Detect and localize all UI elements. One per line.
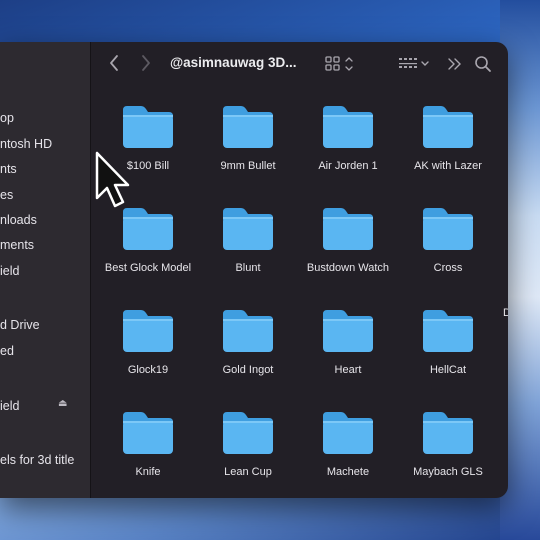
grid-view-icon[interactable] [325, 56, 355, 76]
folder-item[interactable]: HellCat [398, 308, 498, 376]
folder-item[interactable]: Gold Ingot [198, 308, 298, 376]
folder-icon [221, 308, 275, 354]
folder-label: Blunt [235, 262, 261, 274]
sidebar-item-icloud-drive[interactable]: d Drive [0, 315, 40, 335]
mouse-pointer-icon [95, 151, 130, 208]
sidebar-item-shield-volume[interactable]: ield [0, 396, 19, 416]
folder-label: 9mm Bullet [220, 160, 276, 172]
folder-label: HellCat [429, 364, 467, 376]
folder-icon [321, 308, 375, 354]
folder-icon [421, 206, 475, 252]
folder-item[interactable]: Knife [98, 410, 198, 478]
sidebar-item-documents[interactable]: nts [0, 159, 17, 179]
double-chevron-icon[interactable] [447, 56, 463, 76]
folder-label: Gold Ingot [222, 364, 274, 376]
sidebar-item-desktop[interactable]: op [0, 108, 14, 128]
folder-label: Glock19 [127, 364, 169, 376]
partial-folder-label: D [503, 307, 508, 319]
folder-label: Bustdown Watch [306, 262, 390, 274]
folder-icon [421, 104, 475, 150]
folder-icon [221, 104, 275, 150]
finder-window: op ntosh HD nts es nloads ments ield d D… [0, 42, 508, 498]
toolbar: @asimnauwag 3D... [90, 42, 508, 86]
group-by-icon[interactable] [398, 56, 432, 76]
folder-icon [421, 410, 475, 456]
chevron-right-icon[interactable] [140, 54, 152, 74]
folder-label: Lean Cup [224, 466, 272, 478]
folder-item[interactable]: 9mm Bullet [198, 104, 298, 172]
chevron-left-icon[interactable] [108, 54, 120, 74]
folder-icon [221, 206, 275, 252]
search-icon[interactable] [474, 55, 492, 75]
folder-item[interactable]: Heart [298, 308, 398, 376]
folder-item[interactable]: Blunt [198, 206, 298, 274]
folder-icon [121, 104, 175, 150]
sidebar-item-shared[interactable]: ed [0, 341, 14, 361]
folder-label: AK with Lazer [414, 160, 482, 172]
folder-icon [221, 410, 275, 456]
sidebar-item-models-folder[interactable]: els for 3d title [0, 450, 74, 470]
folder-icon [321, 410, 375, 456]
folder-item[interactable]: Best Glock Model [98, 206, 198, 274]
sidebar: op ntosh HD nts es nloads ments ield d D… [0, 42, 91, 498]
folder-item[interactable]: Air Jorden 1 [298, 104, 398, 172]
folder-icon [421, 308, 475, 354]
sidebar-item-documents-2[interactable]: ments [0, 235, 34, 255]
folder-icon [321, 206, 375, 252]
folder-item[interactable]: Lean Cup [198, 410, 298, 478]
folder-item[interactable]: Glock19 [98, 308, 198, 376]
sidebar-item-downloads[interactable]: nloads [0, 210, 37, 230]
folder-icon [121, 206, 175, 252]
eject-icon[interactable]: ⏏ [58, 398, 67, 409]
folder-label: Machete [326, 466, 370, 478]
folder-label: Maybach GLS [413, 466, 483, 478]
folder-item[interactable]: Machete [298, 410, 398, 478]
folder-icon [321, 104, 375, 150]
sidebar-item-shield[interactable]: ield [0, 261, 19, 281]
folder-item[interactable]: AK with Lazer [398, 104, 498, 172]
folder-item[interactable]: Cross [398, 206, 498, 274]
folder-label: Cross [433, 262, 463, 274]
folder-label: Best Glock Model [104, 262, 192, 274]
folder-label: Knife [135, 466, 161, 478]
folder-label: Air Jorden 1 [318, 160, 378, 172]
sidebar-item-macintosh-hd[interactable]: ntosh HD [0, 134, 52, 154]
sidebar-item-files[interactable]: es [0, 185, 13, 205]
window-title: @asimnauwag 3D... [170, 55, 297, 70]
folder-icon [121, 410, 175, 456]
folder-label: Heart [334, 364, 362, 376]
folder-grid: $100 Bill 9mm Bullet Air Jorden 1 AK with L… [90, 104, 508, 498]
folder-item[interactable]: Bustdown Watch [298, 206, 398, 274]
folder-icon [121, 308, 175, 354]
folder-item[interactable]: Maybach GLS [398, 410, 498, 478]
